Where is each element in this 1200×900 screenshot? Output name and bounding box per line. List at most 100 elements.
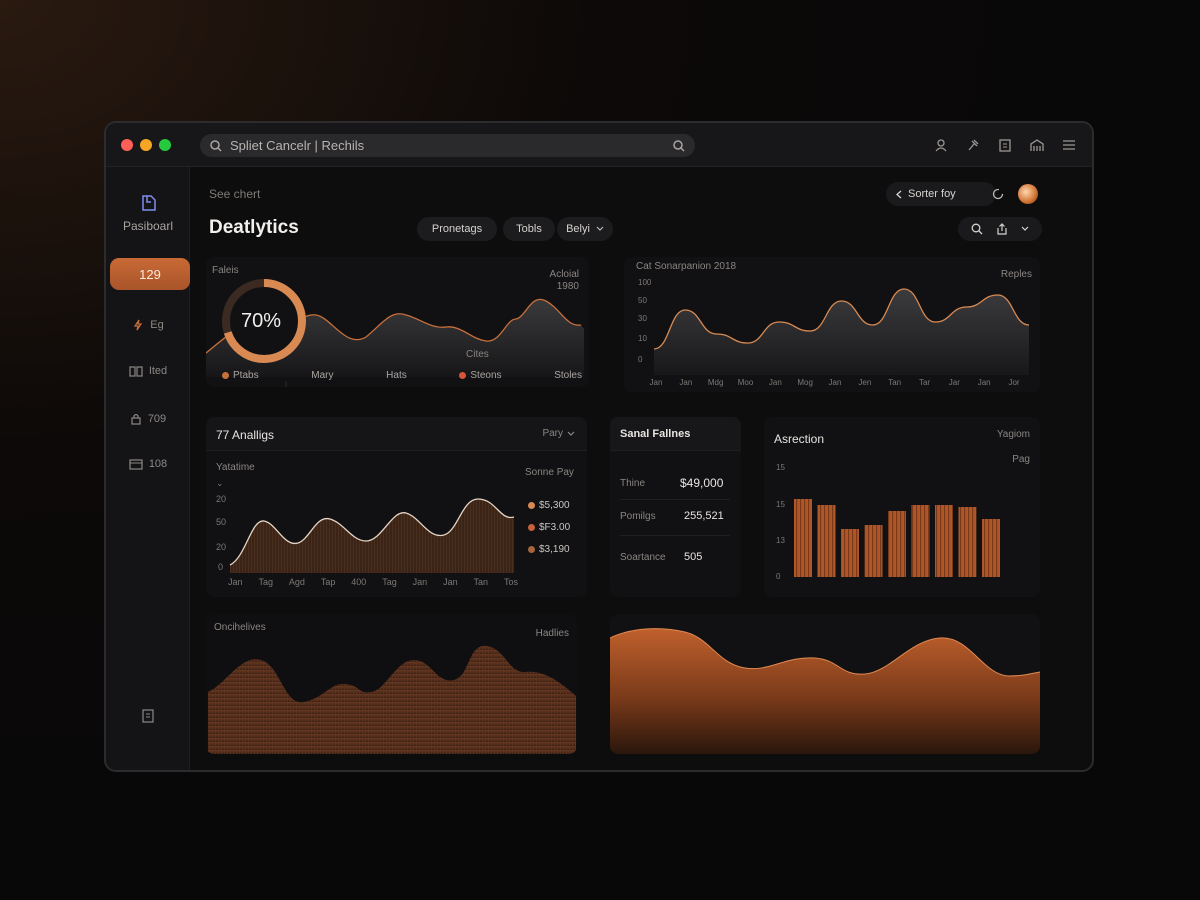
x-tick: Jan [412,577,428,587]
bar [958,507,977,577]
x-tick: 400 [351,577,367,587]
y-tick-label: 0 [776,572,781,581]
card-analytics: 77 Analligs Pary Yatatime Sonne Pay ⌄ 20… [206,417,587,597]
bar [794,499,812,577]
share-icon[interactable] [996,223,1008,235]
card-bottom-right [610,614,1040,754]
x-tick: Jan [443,577,458,587]
x-tick-label: Jor [1008,378,1019,387]
refresh-icon[interactable] [990,186,1006,202]
legend-item: Stoles [554,370,582,381]
chevron-down-icon[interactable] [1021,226,1029,232]
maximize-window-button[interactable] [159,139,171,151]
back-label: Sorter foy [908,188,956,200]
x-tick-label: Jan [650,378,663,387]
page-title: Deatlytics [209,217,299,238]
y-tick-label: 0 [638,355,643,364]
sidebar-item-label: Eg [150,319,164,331]
sidebar-item-2[interactable]: Ited [106,365,190,377]
row-label: Pomilgs [620,511,656,522]
x-tick-label: Mdg [708,378,724,387]
search-icon [210,139,222,152]
y-tick-label: 50 [638,296,647,305]
menu-icon[interactable] [1060,136,1078,154]
bar [841,529,859,577]
y-tick-label: 30 [638,314,647,323]
y-tick: 0 [218,562,223,572]
sidebar-item-4[interactable]: 108 [106,458,190,470]
title-bar: Spliet Cancelr | Rechils [106,123,1092,167]
x-tick: Tos [503,577,518,587]
bar [888,511,906,577]
logo-icon [142,195,156,211]
y-tick-label: 10 [638,334,647,343]
toolbar-group [958,217,1042,241]
files-icon [129,366,143,377]
y-tick-label: 15 [776,463,785,472]
card-gauge: Faleis Acloial 1980 70% Cites Ptabs Mary… [206,257,589,387]
sidebar-item-label: Ited [148,365,168,377]
area-chart: 1005030100Jan Jan Mdg Moo Jan Mog Jan Jen Tan Tar… [638,278,1030,387]
gauge-value: 70% [241,310,282,332]
document-icon [142,709,154,723]
x-tick: Tag [382,577,397,587]
row-value: 255,521 [684,510,724,522]
avatar[interactable] [1018,184,1038,204]
building-icon[interactable] [1028,136,1046,154]
card-sales-summary: Sanal Fallnes Thine $49,000 Pomilgs 255,… [610,417,741,597]
tab-label: Tobls [516,223,542,235]
chevron-down-icon [596,226,604,231]
page-subtitle: See chert [209,187,261,201]
pin-icon[interactable] [964,136,982,154]
dropdown-label: Belyi [566,223,590,235]
tab-tobls[interactable]: Tobls [503,217,555,241]
x-tick-label: Moo [738,378,754,387]
x-tick-label: Jar [949,378,960,387]
bar [982,519,1000,577]
x-tick-label: Jan [829,378,842,387]
bar [817,505,836,577]
tab-pronetags[interactable]: Pronetags [417,217,497,241]
sidebar-item-1[interactable]: Eg [106,319,190,331]
sidebar-logo-label: Pasiboarl [122,219,174,233]
lock-icon [131,413,141,425]
legend-item: Mary [311,370,334,381]
clipboard-icon[interactable] [996,136,1014,154]
address-search-bar[interactable]: Spliet Cancelr | Rechils [200,134,695,157]
row-value: $49,000 [680,476,724,490]
card-bottom-left: Oncihelives Hadlies [206,614,577,754]
x-tick-label: Jen [858,378,871,387]
close-window-button[interactable] [121,139,133,151]
sidebar-item-active[interactable]: 129 [110,258,190,290]
dropdown-belyi[interactable]: Belyi [557,217,613,241]
bottom-left-area-chart [208,645,576,754]
search-go-icon[interactable] [673,139,685,152]
x-tick: Tan [473,577,489,587]
card-area-chart: Cat Sonarpanion 2018 Reples 100 50 30 10 0 Ja… [624,257,1040,392]
tab-label: Pronetags [431,223,483,235]
row-label: Thine [620,478,646,489]
x-tick: Jan [228,577,243,587]
x-tick: Tag [258,577,273,587]
bar [911,505,930,577]
legend-item: Hats [386,370,407,381]
sidebar-bottom-item[interactable] [106,709,190,723]
minimize-window-button[interactable] [140,139,152,151]
area-fill [610,628,1040,754]
y-tick: 50 [216,517,226,527]
back-button[interactable]: Sorter foy [886,182,996,206]
user-icon[interactable] [932,136,950,154]
inner-label: Cites [466,349,489,360]
search-icon[interactable] [971,223,983,235]
bar [935,505,953,577]
sidebar-logo[interactable]: Pasiboarl [106,193,190,233]
legend-item: Steons [459,370,502,381]
sidebar-active-label: 129 [139,266,161,282]
y-tick-label: 100 [638,278,652,287]
search-text: Spliet Cancelr | Rechils [230,138,365,153]
legend-item: $3,190 [528,539,570,561]
legend-item: $F3.00 [528,517,570,539]
sidebar-item-3[interactable]: 709 [106,412,190,425]
legend-item: Ptabs [222,370,259,381]
legend-item: $5,300 [528,495,570,517]
